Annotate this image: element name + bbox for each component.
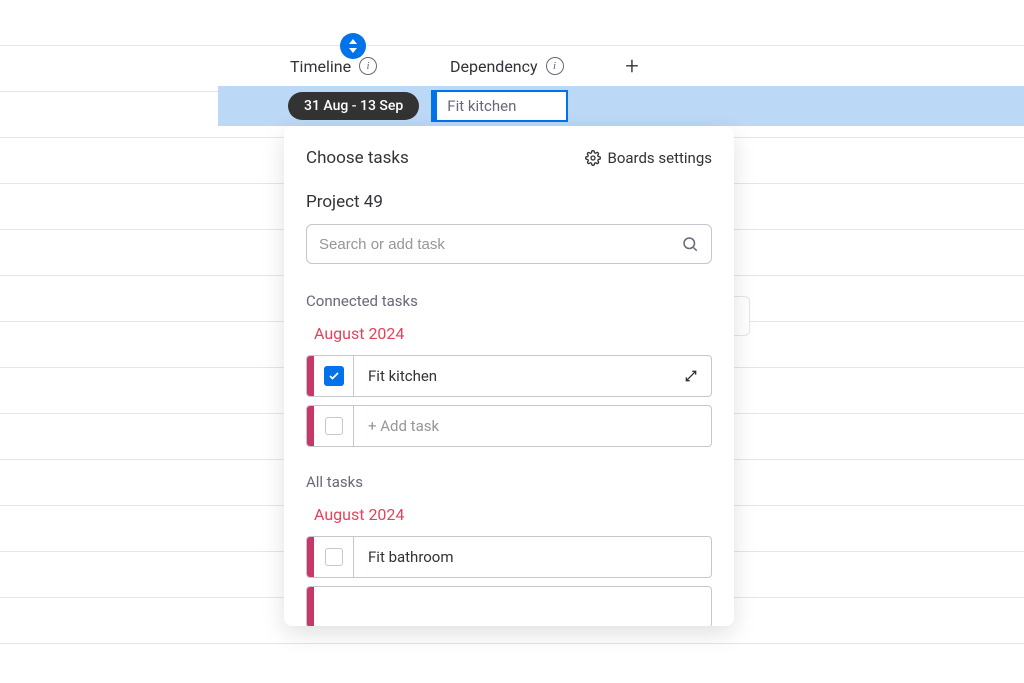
- column-timeline-label: Timeline: [290, 57, 351, 76]
- column-timeline[interactable]: Timeline i: [290, 57, 450, 76]
- checkbox-unchecked-icon: [325, 417, 343, 435]
- gear-icon: [585, 150, 601, 166]
- dependency-active-cell[interactable]: Fit kitchen: [431, 90, 568, 122]
- task-row-partial[interactable]: [306, 586, 712, 626]
- choose-tasks-dropdown: Choose tasks Boards settings Project 49 …: [284, 126, 734, 626]
- column-dependency-label: Dependency: [450, 57, 538, 76]
- dependency-active-value: Fit kitchen: [447, 97, 516, 115]
- task-accent: [307, 587, 314, 626]
- task-label: Fit bathroom: [354, 548, 711, 566]
- info-icon[interactable]: i: [359, 57, 377, 75]
- project-name: Project 49: [306, 192, 712, 212]
- all-month-label: August 2024: [314, 505, 712, 524]
- task-accent: [307, 356, 314, 396]
- dropdown-title: Choose tasks: [306, 148, 409, 168]
- info-icon[interactable]: i: [546, 57, 564, 75]
- task-checkbox[interactable]: [314, 406, 354, 446]
- expand-task-button[interactable]: [671, 368, 711, 384]
- panel-edge-handle[interactable]: [734, 296, 750, 336]
- search-task-input-wrapper[interactable]: [306, 224, 712, 264]
- boards-settings-button[interactable]: Boards settings: [585, 149, 712, 167]
- task-row-add[interactable]: + Add task: [306, 405, 712, 447]
- task-row[interactable]: Fit kitchen: [306, 355, 712, 397]
- connected-month-label: August 2024: [314, 324, 712, 343]
- task-row[interactable]: Fit bathroom: [306, 536, 712, 578]
- search-icon: [681, 235, 699, 253]
- task-checkbox[interactable]: [314, 537, 354, 577]
- column-dependency[interactable]: Dependency i: [450, 57, 610, 76]
- search-task-input[interactable]: [319, 236, 681, 253]
- add-column-button[interactable]: +: [618, 52, 646, 80]
- task-accent: [307, 537, 314, 577]
- add-task-label: + Add task: [354, 417, 711, 435]
- task-label: Fit kitchen: [354, 367, 671, 385]
- task-accent: [307, 406, 314, 446]
- boards-settings-label: Boards settings: [607, 149, 712, 167]
- all-tasks-label: All tasks: [306, 473, 712, 491]
- checkbox-unchecked-icon: [325, 548, 343, 566]
- connected-tasks-label: Connected tasks: [306, 292, 712, 310]
- columns-header: Timeline i Dependency i +: [0, 46, 1024, 86]
- sort-indicator-icon[interactable]: [340, 33, 366, 59]
- checkbox-checked-icon: [324, 366, 344, 386]
- date-range-pill[interactable]: 31 Aug - 13 Sep: [288, 92, 419, 120]
- timeline-row[interactable]: 31 Aug - 13 Sep Fit kitchen: [218, 86, 1024, 126]
- task-checkbox[interactable]: [314, 356, 354, 396]
